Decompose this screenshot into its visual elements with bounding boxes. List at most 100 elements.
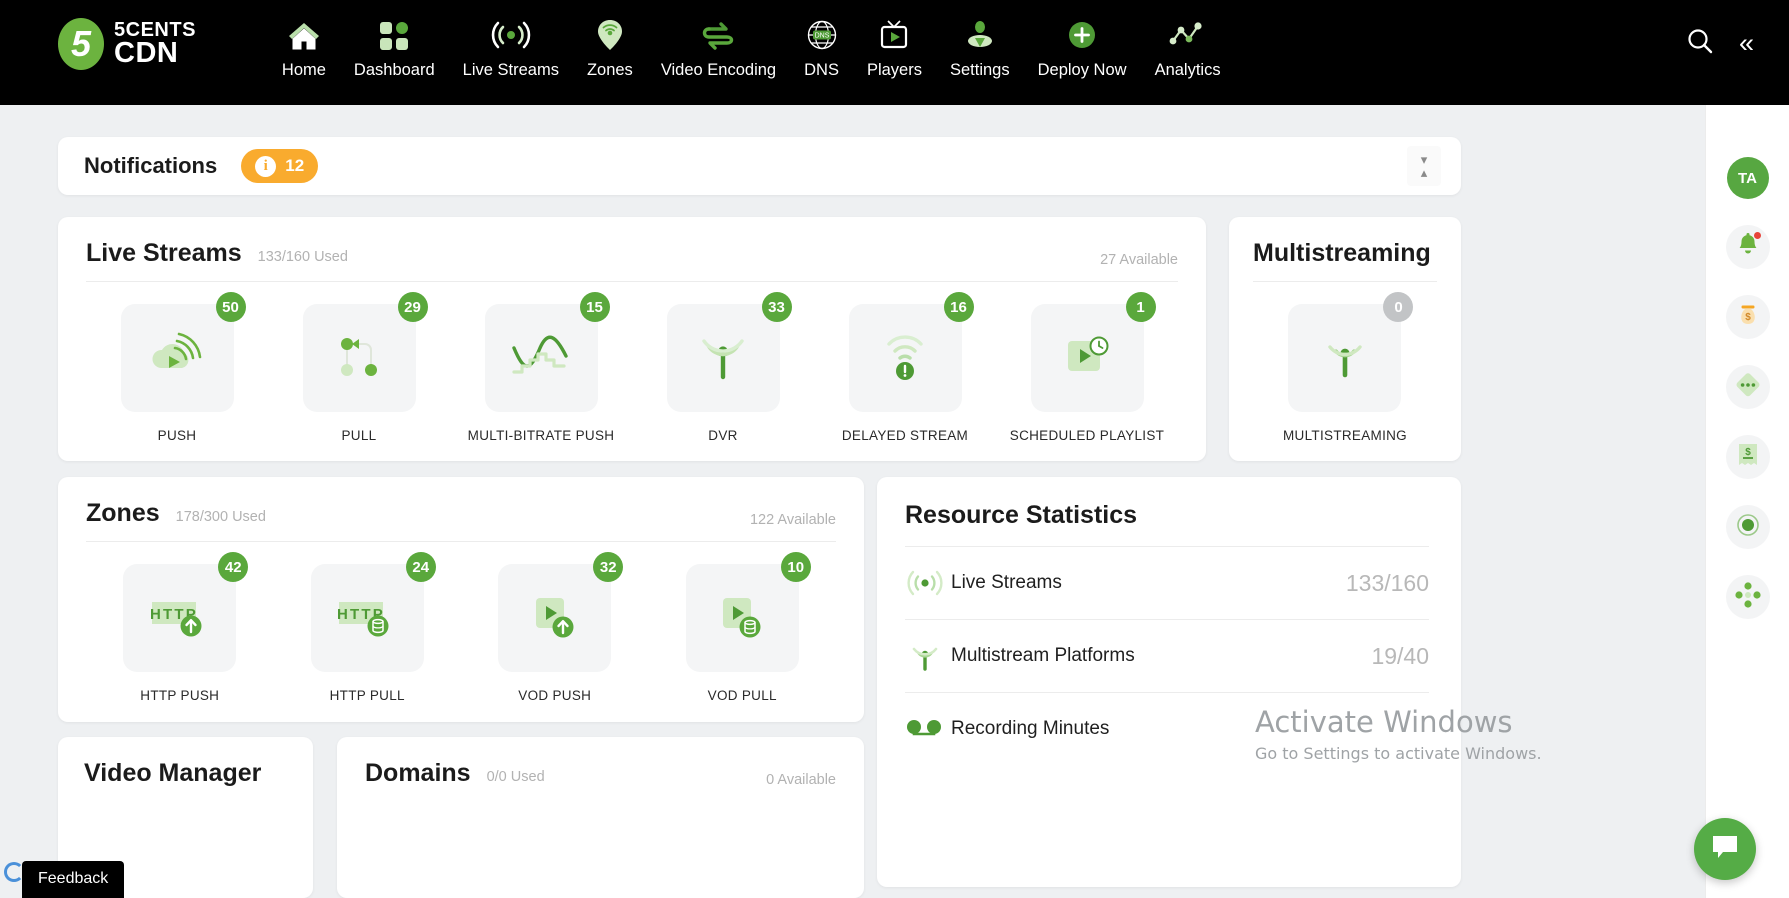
logo-wordmark: 5CENTS CDN [114, 20, 196, 69]
receipt-dollar-icon: $ [1736, 442, 1760, 473]
nav-label: Live Streams [462, 61, 559, 79]
nav-item-home[interactable]: Home [268, 10, 340, 84]
notifications-bell-button[interactable] [1725, 225, 1770, 269]
nav-items: Home Dashboard Live Streams Zones Video … [268, 10, 1235, 84]
user-gear-icon [964, 14, 996, 56]
zones-title: Zones [86, 499, 160, 527]
tile-http-push[interactable]: HTTP 42 HTTP PUSH [86, 552, 274, 703]
live-streams-available: 27 Available [1100, 252, 1178, 268]
avatar[interactable]: TA [1726, 157, 1769, 199]
dvr-broadcast-icon [694, 327, 752, 390]
plus-circle-icon [1066, 14, 1098, 56]
tile-delayed-stream[interactable]: 16 DELAYED STREAM [814, 292, 996, 443]
nav-label: Settings [949, 61, 1010, 79]
tile-vod-pull[interactable]: 10 VOD PULL [649, 552, 837, 703]
nav-item-dashboard[interactable]: Dashboard [340, 10, 449, 84]
nav-item-settings[interactable]: Settings [936, 10, 1024, 84]
feedback-button[interactable]: Feedback [4, 861, 125, 898]
tile-push[interactable]: 50 PUSH [86, 292, 268, 443]
nav-item-live-streams[interactable]: Live Streams [449, 10, 573, 84]
tile-box: 0 [1288, 292, 1414, 412]
tile-label: VOD PUSH [518, 688, 592, 703]
notifications-badge[interactable]: i 12 [241, 149, 319, 183]
tile-count-badge: 24 [405, 552, 436, 582]
nav-item-video-encoding[interactable]: Video Encoding [647, 10, 790, 84]
zones-header: Zones 178/300 Used 122 Available [86, 499, 836, 542]
double-chevron-left-icon[interactable]: « [1739, 30, 1754, 57]
tile-pull[interactable]: 29 PULL [268, 292, 450, 443]
nav-item-analytics[interactable]: Analytics [1141, 10, 1235, 84]
brand-logo[interactable]: 5 5CENTS CDN [58, 18, 196, 70]
resource-statistics-title: Resource Statistics [905, 501, 1138, 529]
domains-available: 0 Available [766, 772, 836, 788]
logo-line-2: CDN [114, 36, 179, 69]
globe-dns-icon: DNS [806, 14, 838, 56]
nav-item-deploy-now[interactable]: Deploy Now [1024, 10, 1141, 84]
tile-multistreaming[interactable]: 0 MULTISTREAMING [1283, 292, 1414, 443]
nav-item-zones[interactable]: Zones [573, 10, 647, 84]
page-body: Notifications i 12 ▾ ▴ Live Streams 133/… [0, 105, 1789, 898]
tile-label: PUSH [157, 428, 197, 443]
cloud-upload-play-icon [147, 328, 207, 389]
top-navigation-bar: 5 5CENTS CDN Home Dashboard Live Streams… [0, 0, 1789, 120]
home-icon [286, 14, 322, 56]
notifications-panel: Notifications i 12 ▾ ▴ [58, 137, 1461, 195]
bitrate-wave-icon [508, 328, 574, 389]
tile-multi-bitrate-push[interactable]: 15 MULTI-BITRATE PUSH [450, 292, 632, 443]
tile-count-badge: 33 [761, 292, 792, 322]
vod-database-icon [711, 588, 773, 649]
more-options-button[interactable] [1725, 365, 1770, 409]
tile-count-badge: 0 [1383, 292, 1414, 322]
notifications-title: Notifications [84, 153, 218, 178]
live-streams-header: Live Streams 133/160 Used 27 Available [86, 239, 1178, 282]
pull-nodes-icon [329, 328, 389, 389]
tile-box: 29 [302, 292, 428, 412]
chat-bubble-icon [1709, 832, 1741, 867]
tile-count-badge: 29 [397, 292, 428, 322]
tile-http-pull[interactable]: HTTP 24 HTTP PULL [274, 552, 462, 703]
feedback-label: Feedback [38, 870, 109, 887]
resource-row-live-streams: Live Streams 133/160 [905, 546, 1429, 619]
invoices-button[interactable]: $ [1725, 435, 1770, 479]
spinner-icon [4, 862, 24, 882]
tile-label: MULTI-BITRATE PUSH [467, 428, 615, 443]
nodes-cluster-button[interactable] [1725, 575, 1770, 619]
resource-label: Multistream Platforms [951, 645, 1135, 666]
record-status-button[interactable] [1725, 505, 1770, 549]
tile-box: HTTP 42 [123, 552, 249, 672]
tile-label: HTTP PULL [329, 688, 405, 703]
tile-box: 15 [484, 292, 610, 412]
vod-upload-icon [524, 588, 586, 649]
chat-launcher-button[interactable] [1694, 818, 1756, 880]
notifications-collapse-toggle[interactable]: ▾ ▴ [1407, 146, 1441, 186]
tile-box: 16 [848, 292, 974, 412]
right-sidebar: TA $ $ [1705, 105, 1789, 898]
domains-used: 0/0 Used [486, 769, 545, 785]
domains-title: Domains [365, 759, 471, 787]
tv-play-icon [877, 14, 911, 56]
chevron-up-icon: ▴ [1420, 165, 1428, 180]
resource-value: 133/160 [1345, 569, 1429, 596]
main-content: Notifications i 12 ▾ ▴ Live Streams 133/… [0, 105, 1705, 898]
transcode-arrows-icon [699, 14, 737, 56]
tile-vod-push[interactable]: 32 VOD PUSH [461, 552, 649, 703]
nodes-cluster-icon [1734, 581, 1762, 614]
nav-item-players[interactable]: Players [853, 10, 936, 84]
tile-box: 10 [685, 552, 811, 672]
grid-icon [377, 14, 411, 56]
nav-item-dns[interactable]: DNS DNS [790, 10, 853, 84]
tile-label: VOD PULL [707, 688, 777, 703]
tile-dvr[interactable]: 33 DVR [632, 292, 814, 443]
diamond-dots-icon [1734, 371, 1762, 404]
live-streams-panel: Live Streams 133/160 Used 27 Available 5… [58, 217, 1206, 461]
tile-count-badge: 50 [215, 292, 246, 322]
search-icon[interactable] [1685, 26, 1715, 61]
notification-dot-badge [1753, 232, 1761, 239]
billing-balance-button[interactable]: $ [1725, 295, 1770, 339]
nav-label: Players [866, 61, 922, 79]
tile-scheduled-playlist[interactable]: 1 SCHEDULED PLAYLIST [996, 292, 1178, 443]
tile-label: PULL [341, 428, 377, 443]
svg-text:$: $ [1745, 312, 1751, 323]
tile-count-badge: 42 [218, 552, 249, 582]
logo-mark: 5 [58, 18, 104, 70]
